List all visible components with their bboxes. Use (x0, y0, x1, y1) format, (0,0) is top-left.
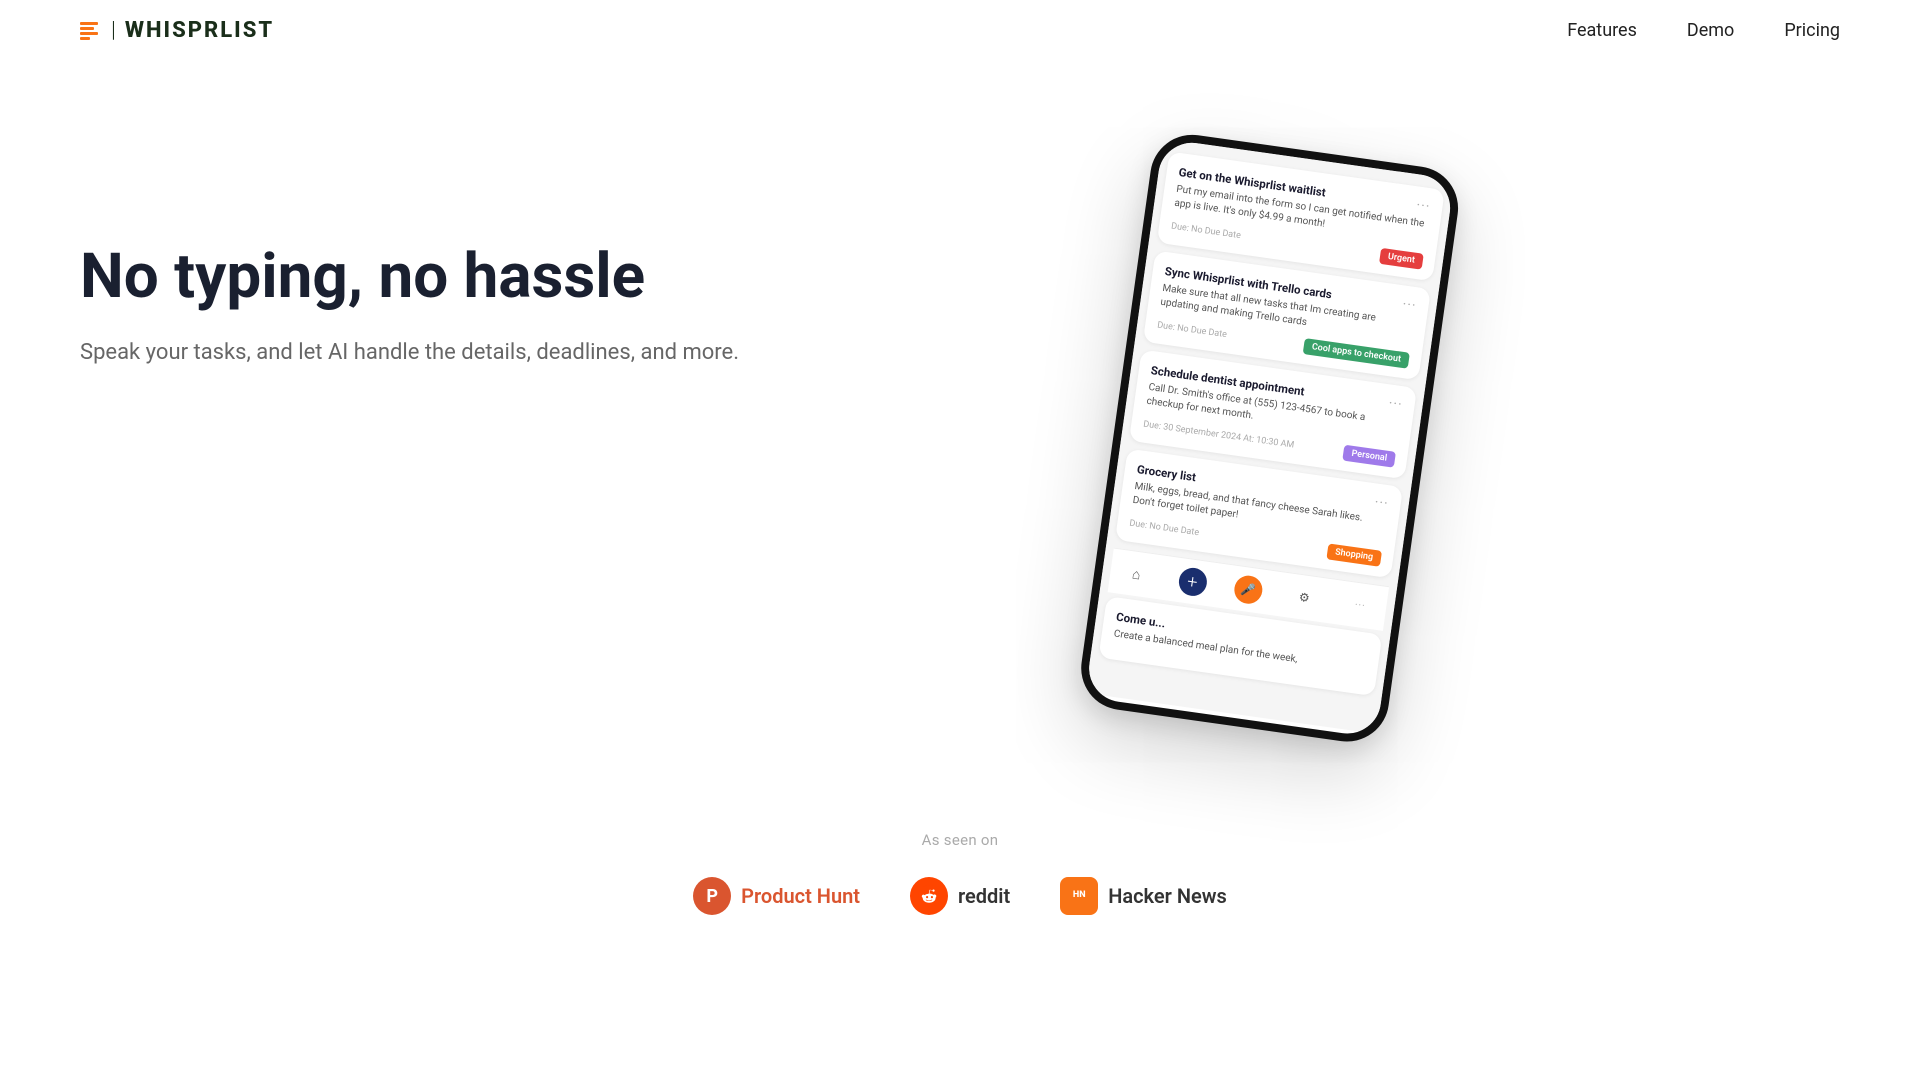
nav-demo[interactable]: Demo (1687, 20, 1734, 41)
task-badge-4: Shopping (1326, 543, 1382, 566)
settings-icon[interactable]: ⚙ (1288, 582, 1320, 614)
logo-text: WHISPRLIST (125, 18, 274, 43)
hero-title: No typing, no hassle (80, 241, 780, 312)
task-badge-1: Urgent (1379, 248, 1424, 270)
task-dots-4[interactable]: ··· (1374, 495, 1390, 511)
hero-section: No typing, no hassle Speak your tasks, a… (0, 61, 1920, 771)
mic-icon[interactable]: 🎤 (1233, 574, 1265, 606)
hero-subtitle: Speak your tasks, and let AI handle the … (80, 340, 780, 365)
brand-hackernews[interactable]: HN Hacker News (1060, 877, 1227, 915)
brand-logos: P Product Hunt reddit HN Hacker News (0, 877, 1920, 915)
logo-line-2 (80, 27, 94, 30)
more-options-icon[interactable]: ··· (1344, 590, 1376, 622)
nav-links: Features Demo Pricing (1567, 20, 1840, 41)
task-due-1: Due: No Due Date (1170, 221, 1241, 241)
add-task-button[interactable]: + (1177, 566, 1209, 598)
producthunt-label: Product Hunt (741, 884, 860, 908)
task-due-4: Due: No Due Date (1129, 519, 1200, 539)
brand-producthunt[interactable]: P Product Hunt (693, 877, 860, 915)
task-badge-3: Personal (1343, 445, 1396, 468)
task-badge-2: Cool apps to checkout (1303, 338, 1410, 369)
as-seen-on-label: As seen on (0, 831, 1920, 849)
as-seen-on-section: As seen on P Product Hunt reddit HN Hack… (0, 771, 1920, 955)
nav-pricing[interactable]: Pricing (1784, 20, 1840, 41)
phone-frame: Get on the Whisprlist waitlist ··· Put m… (1076, 129, 1464, 746)
logo-line-4 (80, 37, 90, 40)
logo-line-3 (80, 32, 98, 35)
logo-line-1 (80, 22, 98, 25)
navbar: | WHISPRLIST Features Demo Pricing (0, 0, 1920, 61)
reddit-icon (910, 877, 948, 915)
hero-right: Get on the Whisprlist waitlist ··· Put m… (780, 121, 1840, 731)
task-due-2: Due: No Due Date (1157, 320, 1228, 340)
hackernews-icon: HN (1060, 877, 1098, 915)
logo-separator: | (111, 18, 116, 43)
logo-icon (80, 22, 98, 40)
phone-screen: Get on the Whisprlist waitlist ··· Put m… (1085, 138, 1454, 733)
hero-left: No typing, no hassle Speak your tasks, a… (80, 121, 780, 365)
hackernews-label: Hacker News (1108, 884, 1227, 908)
brand-reddit[interactable]: reddit (910, 877, 1010, 915)
task-dots-2[interactable]: ··· (1402, 297, 1418, 313)
task-dots-1[interactable]: ··· (1416, 198, 1432, 214)
logo[interactable]: | WHISPRLIST (80, 18, 274, 43)
task-dots-3[interactable]: ··· (1388, 396, 1404, 412)
producthunt-icon: P (693, 877, 731, 915)
reddit-label: reddit (958, 884, 1010, 908)
nav-features[interactable]: Features (1567, 20, 1637, 41)
home-icon[interactable]: ⌂ (1121, 558, 1153, 590)
phone-wrapper: Get on the Whisprlist waitlist ··· Put m… (1076, 129, 1464, 746)
